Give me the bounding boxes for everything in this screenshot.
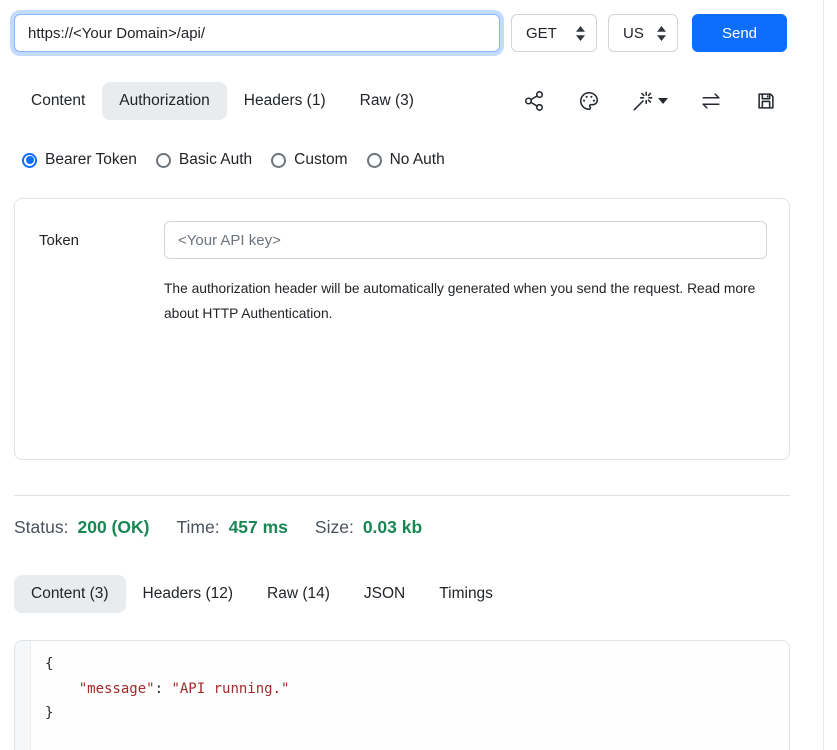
url-input[interactable]: [14, 14, 500, 52]
size-group: Size: 0.03 kb: [315, 517, 422, 538]
time-group: Time: 457 ms: [176, 517, 287, 538]
status-label: Status:: [14, 517, 68, 538]
resp-tab-raw[interactable]: Raw (14): [250, 575, 347, 613]
radio-no-auth[interactable]: No Auth: [367, 151, 445, 169]
json-indent: [45, 681, 79, 697]
time-value: 457 ms: [229, 517, 288, 538]
radio-bearer-token[interactable]: Bearer Token: [22, 151, 137, 169]
scrollbar-track[interactable]: [823, 0, 824, 750]
select-updown-icon: [575, 26, 586, 41]
api-client-page: GET US Send Content Authorization Header…: [0, 0, 837, 750]
response-body-block: { "message": "API running." }: [14, 640, 790, 750]
radio-label: Bearer Token: [45, 151, 137, 169]
select-updown-icon: [656, 26, 667, 41]
radio-label: Custom: [294, 151, 347, 169]
tab-authorization[interactable]: Authorization: [102, 82, 226, 120]
radio-unselected-icon: [367, 153, 382, 168]
status-value: 200 (OK): [77, 517, 149, 538]
region-select-value: US: [623, 25, 644, 42]
method-select-value: GET: [526, 25, 557, 42]
resp-tab-json[interactable]: JSON: [347, 575, 422, 613]
time-label: Time:: [176, 517, 219, 538]
tab-content[interactable]: Content: [14, 82, 102, 120]
code-gutter: [15, 641, 31, 750]
resp-tab-timings[interactable]: Timings: [422, 575, 510, 613]
response-json-code: { "message": "API running." }: [31, 641, 789, 750]
palette-icon[interactable]: [577, 89, 601, 113]
chevron-down-icon: [658, 98, 668, 104]
code-line: }: [45, 701, 775, 726]
response-tabs-row: Content (3) Headers (12) Raw (14) JSON T…: [14, 575, 790, 613]
send-button[interactable]: Send: [692, 14, 787, 52]
json-brace: {: [45, 656, 53, 672]
size-value: 0.03 kb: [363, 517, 422, 538]
authorization-panel: Token The authorization header will be a…: [14, 198, 790, 460]
method-select[interactable]: GET: [511, 14, 597, 52]
radio-basic-auth[interactable]: Basic Auth: [156, 151, 252, 169]
radio-label: No Auth: [390, 151, 445, 169]
token-row: Token: [39, 221, 767, 259]
response-status-row: Status: 200 (OK) Time: 457 ms Size: 0.03…: [14, 517, 790, 538]
json-brace: }: [45, 705, 53, 721]
section-divider: [14, 495, 790, 496]
json-value: "API running.": [171, 681, 289, 697]
swap-arrows-icon[interactable]: [699, 89, 723, 113]
radio-label: Basic Auth: [179, 151, 252, 169]
request-toolbar: [522, 89, 790, 113]
radio-unselected-icon: [156, 153, 171, 168]
save-icon[interactable]: [754, 89, 778, 113]
region-select[interactable]: US: [608, 14, 678, 52]
magic-wand-dropdown-icon[interactable]: [632, 89, 668, 113]
token-helper-text: The authorization header will be automat…: [164, 276, 762, 326]
code-line: {: [45, 652, 775, 677]
tab-raw[interactable]: Raw (3): [343, 82, 431, 120]
radio-selected-icon: [22, 153, 37, 168]
radio-unselected-icon: [271, 153, 286, 168]
token-label: Token: [39, 232, 164, 249]
status-group: Status: 200 (OK): [14, 517, 149, 538]
tab-headers[interactable]: Headers (1): [227, 82, 343, 120]
resp-tab-headers[interactable]: Headers (12): [126, 575, 250, 613]
request-bar: GET US Send: [14, 14, 790, 52]
request-tabs-row: Content Authorization Headers (1) Raw (3…: [14, 82, 790, 120]
token-input[interactable]: [164, 221, 767, 259]
share-icon[interactable]: [522, 89, 546, 113]
code-line: "message": "API running.": [45, 677, 775, 702]
radio-custom[interactable]: Custom: [271, 151, 347, 169]
json-colon: :: [155, 681, 172, 697]
resp-tab-content[interactable]: Content (3): [14, 575, 126, 613]
auth-type-radios: Bearer Token Basic Auth Custom No Auth: [14, 151, 790, 169]
size-label: Size:: [315, 517, 354, 538]
json-key: "message": [79, 681, 155, 697]
main-content: GET US Send Content Authorization Header…: [0, 0, 837, 750]
